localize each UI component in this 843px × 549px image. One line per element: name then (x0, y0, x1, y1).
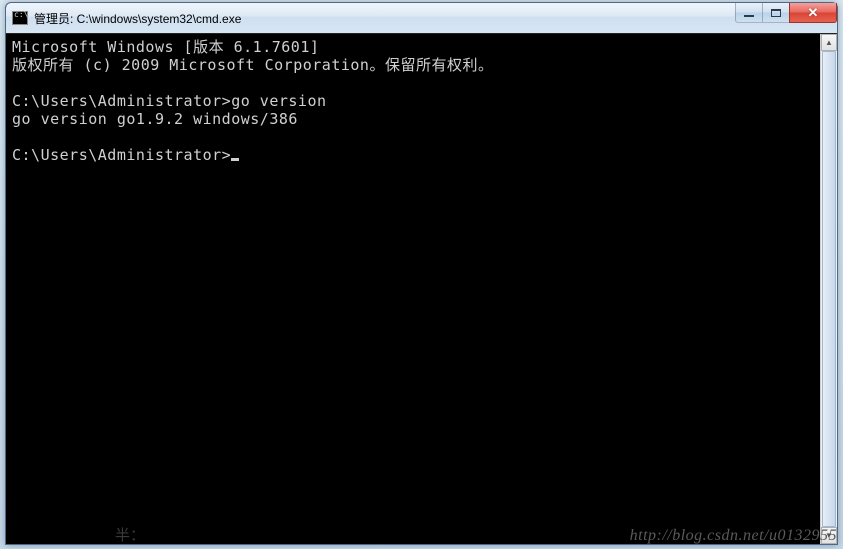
cmd-icon: c:\ (12, 11, 28, 25)
terminal-line: Microsoft Windows [版本 6.1.7601] (12, 38, 319, 56)
client-area: Microsoft Windows [版本 6.1.7601] 版权所有 (c)… (6, 33, 837, 544)
minimize-icon (744, 14, 754, 17)
window-title: 管理员: C:\windows\system32\cmd.exe (34, 10, 241, 27)
terminal-prompt: C:\Users\Administrator> (12, 146, 231, 164)
cursor (231, 158, 239, 161)
titlebar[interactable]: c:\ 管理员: C:\windows\system32\cmd.exe ✕ (6, 3, 837, 33)
window-controls: ✕ (736, 3, 837, 24)
close-icon: ✕ (808, 5, 819, 21)
vertical-scrollbar[interactable]: ▲ ▼ (820, 34, 837, 544)
minimize-button[interactable] (735, 3, 763, 23)
maximize-icon (771, 9, 781, 17)
terminal-line: go version go1.9.2 windows/386 (12, 110, 298, 128)
terminal-line: C:\Users\Administrator>go version (12, 92, 327, 110)
terminal-output[interactable]: Microsoft Windows [版本 6.1.7601] 版权所有 (c)… (6, 34, 820, 544)
scroll-up-button[interactable]: ▲ (821, 34, 837, 51)
scroll-down-button[interactable]: ▼ (821, 527, 837, 544)
scroll-thumb[interactable] (822, 51, 836, 527)
scroll-track[interactable] (821, 51, 837, 527)
close-button[interactable]: ✕ (789, 3, 837, 23)
terminal-line: 版权所有 (c) 2009 Microsoft Corporation。保留所有… (12, 56, 493, 74)
maximize-button[interactable] (762, 3, 790, 23)
cmd-window: c:\ 管理员: C:\windows\system32\cmd.exe ✕ M… (5, 2, 838, 545)
